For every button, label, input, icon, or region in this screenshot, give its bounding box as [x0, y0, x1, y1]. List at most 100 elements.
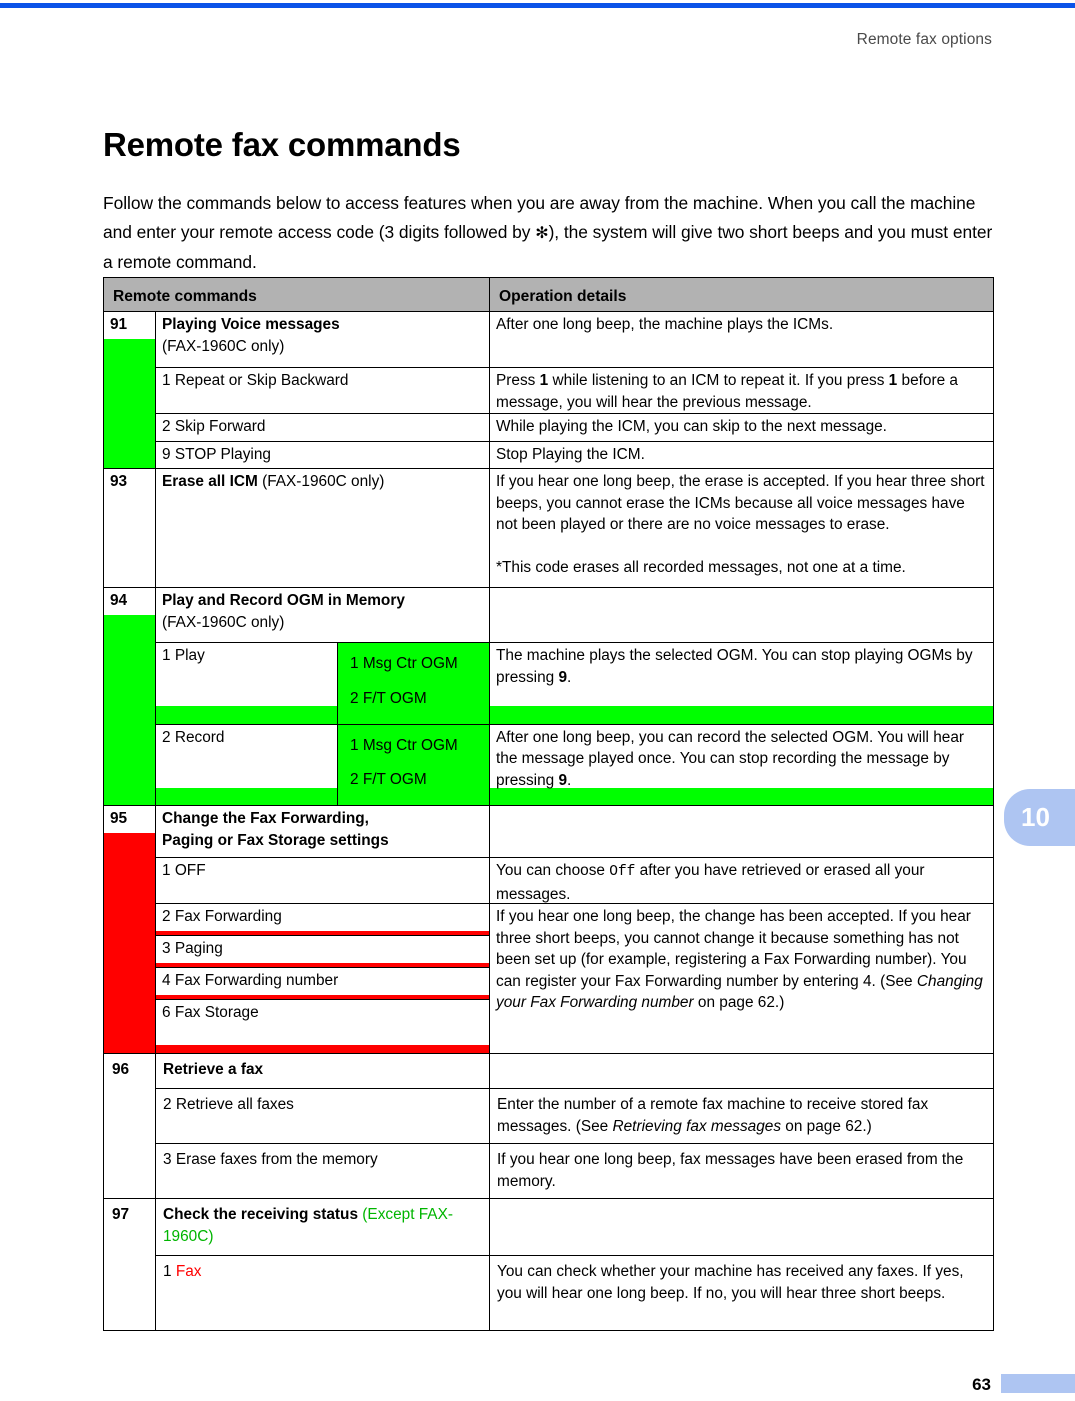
operation-details-cell	[489, 587, 995, 643]
operation-details-cell: If you hear one long beep, the change ha…	[489, 903, 995, 1054]
table-row: 1 Fax You can check whether your machine…	[104, 1255, 995, 1331]
asterisk-symbol-icon: ✻	[535, 224, 549, 242]
operation-details-97	[490, 1199, 993, 1255]
sub-command-cell: 1 Msg Ctr OGM 2 F/T OGM	[336, 642, 491, 725]
command-code-cell: 94	[103, 587, 156, 806]
sub-command-cell: 1 Msg Ctr OGM 2 F/T OGM	[336, 723, 491, 806]
command-name-94-1: 1 Play	[156, 643, 337, 706]
operation-details-cell: If you hear one long beep, fax messages …	[489, 1143, 995, 1199]
column-header-operation-details: Operation details	[489, 277, 995, 312]
command-subtitle: (FAX-1960C only)	[162, 337, 285, 355]
command-code-93: 93	[104, 469, 155, 587]
command-code-cell: 96	[103, 1053, 156, 1199]
command-name-96-2: 2 Retrieve all faxes	[163, 1096, 294, 1113]
operation-details-95-1: You can choose Off after you have retrie…	[490, 858, 994, 903]
sub-command-94-1-2: 2 F/T OGM	[350, 689, 427, 707]
table-row: 1 OFF You can choose Off after you have …	[104, 857, 995, 904]
command-name-95: Change the Fax Forwarding, Paging or Fax…	[156, 806, 490, 857]
details-paragraph-1: If you hear one long beep, the erase is …	[496, 473, 985, 533]
sub-command-94-2-1: 1 Msg Ctr OGM	[350, 736, 458, 754]
operation-details-95	[490, 806, 994, 857]
command-name-91-1: 1 Repeat or Skip Backward	[156, 368, 490, 413]
details-fragment: You can choose	[496, 862, 610, 879]
command-title: Erase all ICM	[162, 473, 258, 490]
operation-details-96-2: Enter the number of a remote fax machine…	[490, 1089, 993, 1143]
command-name-cell: Play and Record OGM in Memory (FAX-1960C…	[154, 587, 491, 643]
column-header-remote-commands: Remote commands	[102, 277, 491, 312]
command-title: Play and Record OGM in Memory	[162, 592, 405, 609]
table-row: 9 STOP Playing Stop Playing the ICM.	[104, 440, 995, 469]
operation-details-94	[490, 588, 994, 642]
command-code-94: 94	[104, 588, 155, 615]
operation-details-cell	[489, 1198, 995, 1256]
chapter-tab: 10	[1004, 789, 1075, 846]
running-head: Remote fax options	[856, 31, 992, 48]
chapter-number: 10	[1021, 802, 1050, 832]
operation-details-cell: You can choose Off after you have retrie…	[489, 857, 995, 904]
command-name-95-2: 2 Fax Forwarding	[156, 904, 490, 931]
operation-details-cell: You can check whether your machine has r…	[489, 1255, 995, 1331]
top-rule	[0, 3, 1075, 8]
remote-commands-table: Remote commands Operation details 91 Pla…	[102, 277, 995, 1331]
command-code-cell: 97	[103, 1198, 156, 1331]
table-row: 3 Erase faxes from the memory If you hea…	[104, 1143, 995, 1199]
sub-command-94-1-1: 1 Msg Ctr OGM	[350, 655, 458, 672]
operation-details-cell	[489, 805, 995, 858]
details-fragment: .	[567, 771, 572, 789]
table-row: 91 Playing Voice messages (FAX-1960C onl…	[103, 311, 995, 469]
command-name-95-3: 3 Paging	[156, 936, 490, 963]
command-name-cell: Playing Voice messages (FAX-1960C only)	[154, 311, 491, 368]
table-row: 2 Skip Forward While playing the ICM, yo…	[104, 413, 995, 442]
command-code-cell: 93	[103, 468, 156, 588]
operation-details-96	[490, 1054, 993, 1088]
details-cross-reference: Retrieving fax messages	[612, 1117, 782, 1135]
operation-details-94-1: The machine plays the selected OGM. You …	[490, 643, 994, 706]
command-code-91: 91	[104, 312, 155, 339]
command-name-cell: 2 Record	[155, 723, 338, 806]
command-name-93: Erase all ICM (FAX-1960C only)	[156, 469, 490, 587]
command-name-cell: 2 Skip Forward	[154, 413, 491, 442]
operation-details-cell: Stop Playing the ICM.	[489, 440, 995, 469]
command-name-95-4: 4 Fax Forwarding number	[156, 968, 490, 995]
operation-details-cell: While playing the ICM, you can skip to t…	[489, 413, 995, 442]
intro-paragraph: Follow the commands below to access feat…	[103, 189, 999, 277]
command-name-91-2: 2 Skip Forward	[156, 414, 490, 441]
footer-color-swatch	[1001, 1374, 1075, 1393]
command-name-cell: Change the Fax Forwarding, Paging or Fax…	[154, 805, 491, 858]
table-row: 93 Erase all ICM (FAX-1960C only) If you…	[103, 468, 995, 588]
table-row: 1 Play 1 Msg Ctr OGM 2 F/T OGM The machi…	[104, 642, 995, 725]
command-name-cell: 4 Fax Forwarding number	[154, 967, 491, 1001]
command-subtitle: (FAX-1960C only)	[257, 473, 385, 490]
table-row: 1 Repeat or Skip Backward Press 1 while …	[104, 367, 995, 414]
command-number: 1	[163, 1263, 176, 1280]
command-code-cell: 95	[103, 805, 156, 1054]
command-title-line-1: Change the Fax Forwarding,	[162, 810, 369, 827]
operation-details-cell: If you hear one long beep, the erase is …	[489, 468, 995, 588]
command-name-cell: 6 Fax Storage	[154, 999, 491, 1054]
command-name-cell: 1 Repeat or Skip Backward	[154, 367, 491, 414]
operation-details-cell: The machine plays the selected OGM. You …	[489, 642, 995, 725]
command-name-94-2: 2 Record	[156, 724, 337, 788]
page-number: 63	[972, 1375, 991, 1394]
command-name-97: Check the receiving status (Except FAX-1…	[156, 1199, 489, 1255]
command-name-96: Retrieve a fax	[163, 1061, 264, 1078]
operation-details-cell: Enter the number of a remote fax machine…	[489, 1088, 995, 1144]
operation-details-cell: After one long beep, the machine plays t…	[489, 311, 995, 368]
operation-details-91-2: While playing the ICM, you can skip to t…	[490, 414, 994, 441]
details-keycap: 1	[888, 372, 898, 389]
command-name-cell: 1 Fax	[154, 1255, 491, 1331]
operation-details-95-group: If you hear one long beep, the change ha…	[490, 904, 994, 1053]
command-name-cell: Retrieve a fax	[154, 1053, 491, 1089]
table-row: 94 Play and Record OGM in Memory (FAX-19…	[103, 587, 995, 806]
command-title-line-2: Paging or Fax Storage settings	[162, 831, 389, 849]
details-keycap: 1	[539, 372, 549, 389]
operation-details-91-9: Stop Playing the ICM.	[490, 441, 994, 468]
details-fragment: while listening to an ICM to repeat it. …	[548, 372, 889, 389]
details-fragment: .	[567, 668, 572, 686]
table-row: 97 Check the receiving status (Except FA…	[103, 1198, 995, 1331]
command-code-cell: 91	[103, 311, 156, 469]
page-title: Remote fax commands	[103, 126, 461, 164]
command-name-97-1: 1 Fax	[156, 1256, 489, 1330]
command-title: Playing Voice messages	[162, 316, 340, 333]
command-name-95-1: 1 OFF	[156, 858, 490, 903]
